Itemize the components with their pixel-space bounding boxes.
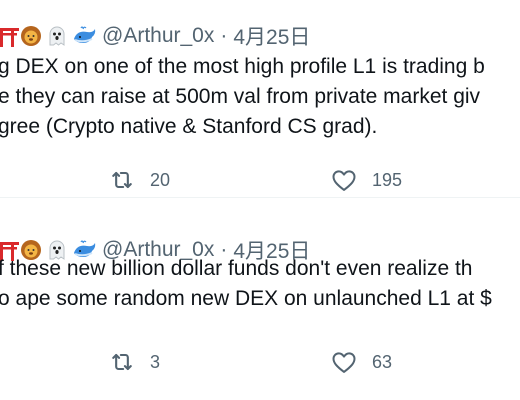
like-button[interactable]: 63 xyxy=(330,348,392,376)
retweet-icon xyxy=(112,353,132,371)
tweet[interactable]: @Arthur_0x · 4月25日 g DEX on one of the m… xyxy=(0,0,520,197)
tweet-actions: 3 63 xyxy=(0,348,520,378)
retweet-count: 3 xyxy=(150,351,161,372)
tweet-text-line: e they can raise at 500m val from privat… xyxy=(0,85,481,108)
retweet-button[interactable]: 20 xyxy=(108,166,170,194)
ghost-icon xyxy=(46,25,68,47)
tweet-text: f these new billion dollar funds don't e… xyxy=(0,254,520,314)
lion-face-icon xyxy=(20,25,42,47)
heart-icon xyxy=(332,170,356,191)
tweet-text-line: o ape some random new DEX on unlaunched … xyxy=(0,287,492,310)
tweet-header: @Arthur_0x · 4月25日 xyxy=(0,20,310,52)
tweet-text-line: g DEX on one of the most high profile L1… xyxy=(0,55,485,78)
tweet-text-line: f these new billion dollar funds don't e… xyxy=(0,257,473,280)
heart-icon xyxy=(332,352,356,373)
author-handle[interactable]: @Arthur_0x xyxy=(102,24,214,48)
tweet-actions: 20 195 xyxy=(0,166,520,196)
like-button[interactable]: 195 xyxy=(330,166,402,194)
like-count: 195 xyxy=(372,169,403,190)
tweet-text-line: gree (Crypto native & Stanford CS grad). xyxy=(0,115,378,138)
tweet-date[interactable]: 4月25日 xyxy=(233,21,310,51)
separator-dot: · xyxy=(220,24,228,47)
retweet-button[interactable]: 3 xyxy=(108,348,160,376)
retweet-icon xyxy=(112,171,132,189)
tweet[interactable]: @Arthur_0x · 4月25日 f these new billion d… xyxy=(0,198,520,400)
display-name-emojis xyxy=(0,25,96,47)
whale-icon xyxy=(72,25,96,47)
retweet-count: 20 xyxy=(150,169,171,190)
torii-icon xyxy=(0,25,19,47)
like-count: 63 xyxy=(372,351,393,372)
tweet-text: g DEX on one of the most high profile L1… xyxy=(0,52,520,142)
